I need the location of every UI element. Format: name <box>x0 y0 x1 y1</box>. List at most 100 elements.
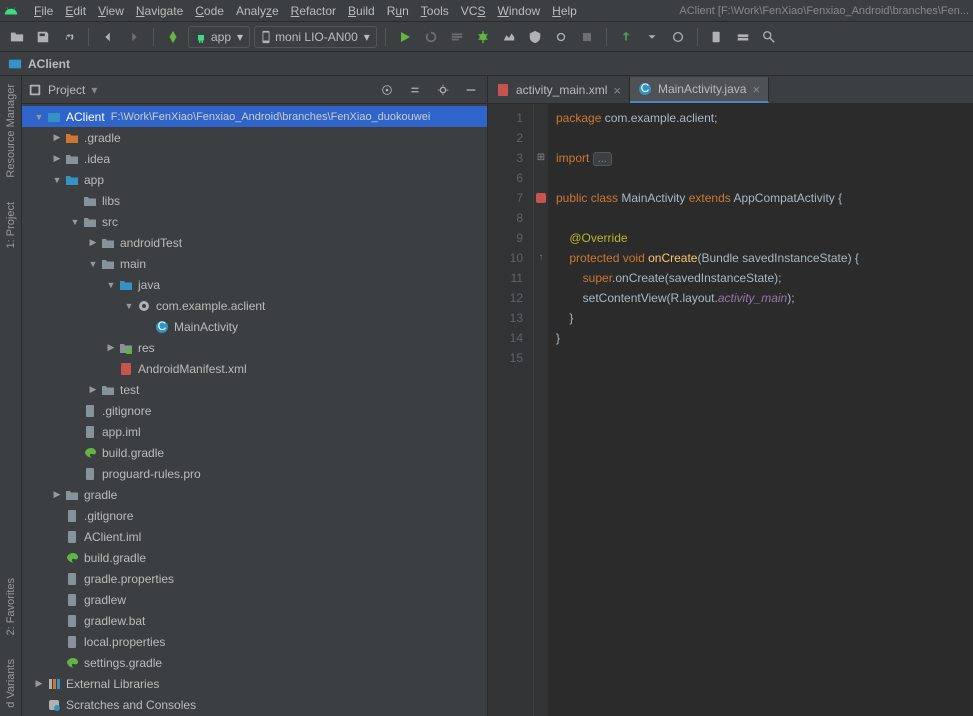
menu-window[interactable]: Window <box>491 2 546 20</box>
tree-node[interactable]: app.iml <box>22 421 487 442</box>
menu-run[interactable]: Run <box>381 2 415 20</box>
back-icon[interactable] <box>97 26 119 48</box>
tree-node[interactable]: ▼com.example.aclient <box>22 295 487 316</box>
tree-node[interactable]: libs <box>22 190 487 211</box>
tool-favorites[interactable]: 2: Favorites <box>3 574 19 639</box>
menu-code[interactable]: Code <box>189 2 230 20</box>
tree-node[interactable]: gradlew.bat <box>22 610 487 631</box>
tree-node[interactable]: AClient.iml <box>22 526 487 547</box>
debug-icon[interactable] <box>472 26 494 48</box>
tree-node[interactable]: ▼src <box>22 211 487 232</box>
tree-node[interactable]: CMainActivity <box>22 316 487 337</box>
sync-icon[interactable] <box>58 26 80 48</box>
tree-arrow-icon[interactable]: ▶ <box>86 237 100 248</box>
vcs-history-icon[interactable] <box>667 26 689 48</box>
close-tab-icon[interactable]: × <box>752 82 760 97</box>
tree-arrow-icon[interactable]: ▶ <box>50 132 64 143</box>
editor-tab[interactable]: activity_main.xml× <box>488 77 630 103</box>
tree-node[interactable]: .gitignore <box>22 505 487 526</box>
tool-resource-manager[interactable]: Resource Manager <box>3 80 19 182</box>
apply-changes-icon[interactable] <box>420 26 442 48</box>
tree-arrow-icon[interactable]: ▼ <box>86 259 100 269</box>
menu-help[interactable]: Help <box>546 2 583 20</box>
source-code[interactable]: package com.example.aclient; import ... … <box>548 104 973 716</box>
tree-node[interactable]: Scratches and Consoles <box>22 694 487 715</box>
menu-vcs[interactable]: VCS <box>455 2 492 20</box>
menu-build[interactable]: Build <box>342 2 381 20</box>
tree-node[interactable]: proguard-rules.pro <box>22 463 487 484</box>
override-icon[interactable] <box>534 188 548 208</box>
project-title[interactable]: Project <box>48 83 85 97</box>
fold-icon[interactable]: ⊞ <box>534 148 548 168</box>
tree-arrow-icon[interactable]: ▶ <box>104 342 118 353</box>
breadcrumb[interactable]: AClient <box>28 57 70 71</box>
attach-debugger-icon[interactable] <box>550 26 572 48</box>
tree-arrow-icon[interactable]: ▼ <box>68 217 82 227</box>
apply-code-icon[interactable] <box>446 26 468 48</box>
vcs-commit-icon[interactable] <box>641 26 663 48</box>
settings-icon[interactable] <box>433 80 453 100</box>
tree-node[interactable]: ▶.idea <box>22 148 487 169</box>
profiler-icon[interactable] <box>498 26 520 48</box>
hide-icon[interactable] <box>461 80 481 100</box>
folder-icon <box>64 487 80 503</box>
tree-arrow-icon[interactable]: ▶ <box>50 489 64 500</box>
forward-icon[interactable] <box>123 26 145 48</box>
tree-node[interactable]: ▶External Libraries <box>22 673 487 694</box>
tree-node[interactable]: local.properties <box>22 631 487 652</box>
menu-edit[interactable]: Edit <box>59 2 92 20</box>
search-icon[interactable] <box>758 26 780 48</box>
tree-arrow-icon[interactable]: ▼ <box>104 280 118 290</box>
menu-navigate[interactable]: Navigate <box>130 2 189 20</box>
project-tree[interactable]: ▼AClientF:\Work\FenXiao\Fenxiao_Android\… <box>22 104 487 716</box>
tree-arrow-icon[interactable]: ▼ <box>50 175 64 185</box>
tree-node[interactable]: AndroidManifest.xml <box>22 358 487 379</box>
chevron-down-icon[interactable]: ▾ <box>91 83 97 97</box>
tree-arrow-icon[interactable]: ▶ <box>32 678 46 689</box>
tree-node[interactable]: gradle.properties <box>22 568 487 589</box>
close-tab-icon[interactable]: × <box>613 83 621 98</box>
locate-icon[interactable] <box>377 80 397 100</box>
menu-file[interactable]: File <box>28 2 59 20</box>
tree-node[interactable]: ▼AClientF:\Work\FenXiao\Fenxiao_Android\… <box>22 106 487 127</box>
tree-node[interactable]: ▶androidTest <box>22 232 487 253</box>
sdk-manager-icon[interactable] <box>732 26 754 48</box>
tree-arrow-icon[interactable]: ▶ <box>50 153 64 164</box>
tree-arrow-icon[interactable]: ▼ <box>122 301 136 311</box>
tree-node[interactable]: ▼java <box>22 274 487 295</box>
tree-node[interactable]: build.gradle <box>22 442 487 463</box>
menu-view[interactable]: View <box>92 2 130 20</box>
expand-all-icon[interactable] <box>405 80 425 100</box>
build-icon[interactable] <box>162 26 184 48</box>
tree-node[interactable]: build.gradle <box>22 547 487 568</box>
tree-node[interactable]: ▶.gradle <box>22 127 487 148</box>
run-config-combo[interactable]: app ▾ <box>188 26 250 48</box>
tree-node[interactable]: ▼main <box>22 253 487 274</box>
code-editor[interactable]: 1236789101112131415 ⊞ ↑ package com.exam… <box>488 104 973 716</box>
menu-refactor[interactable]: Refactor <box>285 2 342 20</box>
tree-arrow-icon[interactable]: ▼ <box>32 112 46 122</box>
run-icon[interactable] <box>394 26 416 48</box>
tree-node[interactable]: gradlew <box>22 589 487 610</box>
implements-icon[interactable]: ↑ <box>534 248 548 268</box>
tree-arrow-icon[interactable]: ▶ <box>86 384 100 395</box>
open-icon[interactable] <box>6 26 28 48</box>
tool-project[interactable]: 1: Project <box>3 198 19 252</box>
save-icon[interactable] <box>32 26 54 48</box>
tree-node[interactable]: .gitignore <box>22 400 487 421</box>
tree-node[interactable]: settings.gradle <box>22 652 487 673</box>
avd-manager-icon[interactable] <box>706 26 728 48</box>
menu-analyze[interactable]: Analyze <box>230 2 285 20</box>
tree-node[interactable]: ▼app <box>22 169 487 190</box>
stop-icon[interactable] <box>576 26 598 48</box>
vcs-update-icon[interactable] <box>615 26 637 48</box>
tool-build-variants[interactable]: d Variants <box>3 655 19 712</box>
device-combo[interactable]: moni LIO-AN00 ▾ <box>254 26 377 48</box>
editor-tab[interactable]: CMainActivity.java× <box>630 77 769 103</box>
tree-node[interactable]: ▶test <box>22 379 487 400</box>
tree-node[interactable]: ▶gradle <box>22 484 487 505</box>
tab-label: MainActivity.java <box>658 82 746 96</box>
tree-node[interactable]: ▶res <box>22 337 487 358</box>
menu-tools[interactable]: Tools <box>415 2 455 20</box>
coverage-icon[interactable] <box>524 26 546 48</box>
